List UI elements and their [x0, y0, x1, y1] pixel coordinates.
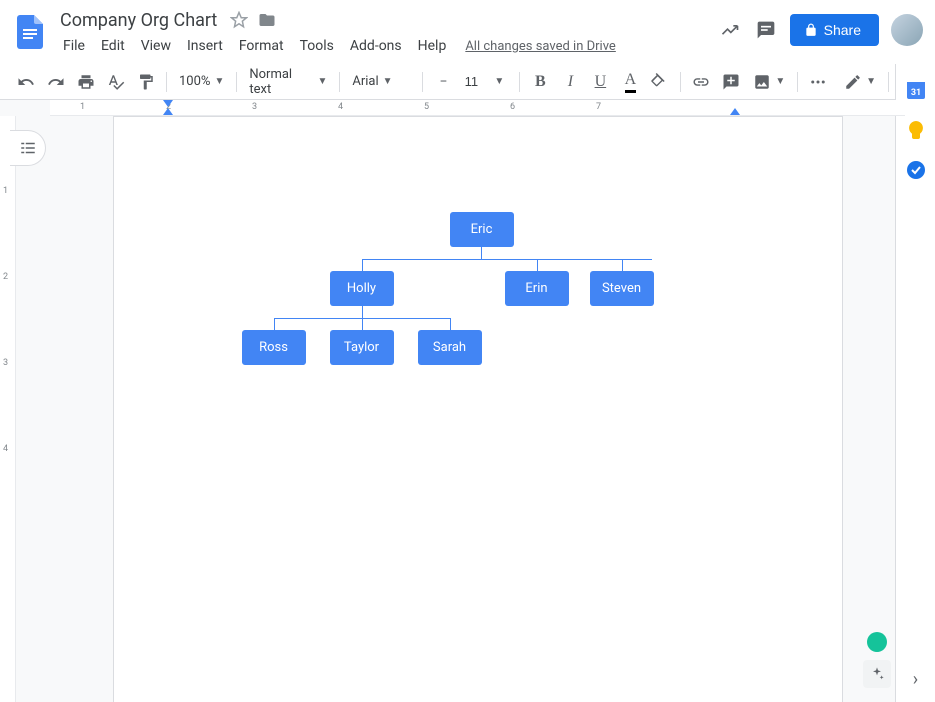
share-label: Share — [824, 22, 861, 38]
indent-marker-left[interactable] — [163, 108, 173, 115]
indent-marker-right[interactable] — [730, 108, 740, 115]
menu-format[interactable]: Format — [232, 36, 291, 56]
text-color-button[interactable]: A — [616, 68, 644, 96]
undo-button[interactable] — [12, 68, 40, 96]
grammarly-icon[interactable] — [867, 632, 887, 652]
org-node-l3-2: Sarah — [418, 330, 482, 365]
font-size-increase[interactable]: ▼ — [485, 68, 513, 96]
italic-button[interactable]: I — [556, 68, 584, 96]
share-button[interactable]: Share — [790, 14, 879, 46]
svg-text:31: 31 — [910, 88, 920, 98]
side-panel-collapse[interactable]: › — [913, 669, 918, 690]
document-title[interactable]: Company Org Chart — [56, 8, 221, 33]
font-size-input[interactable] — [459, 74, 483, 89]
keep-icon[interactable] — [906, 120, 926, 140]
more-button[interactable] — [804, 68, 832, 96]
org-chart[interactable]: Eric Holly Erin Steven — [272, 212, 692, 365]
menu-tools[interactable]: Tools — [293, 36, 341, 56]
folder-icon[interactable] — [257, 10, 277, 30]
trend-icon[interactable] — [718, 18, 742, 42]
document-page[interactable]: Eric Holly Erin Steven — [113, 116, 843, 702]
org-node-l3-1: Taylor — [330, 330, 394, 365]
add-comment-button[interactable] — [717, 68, 745, 96]
menu-edit[interactable]: Edit — [94, 36, 132, 56]
bold-button[interactable]: B — [526, 68, 554, 96]
insert-image-button[interactable]: ▼ — [747, 69, 791, 95]
link-button[interactable] — [687, 68, 715, 96]
indent-marker-first-line[interactable] — [163, 100, 173, 107]
menu-file[interactable]: File — [56, 36, 92, 56]
menu-insert[interactable]: Insert — [180, 36, 230, 56]
docs-logo[interactable] — [12, 8, 48, 56]
print-button[interactable] — [72, 68, 100, 96]
menu-addons[interactable]: Add-ons — [343, 36, 409, 56]
highlight-button[interactable] — [646, 68, 674, 96]
font-dropdown[interactable]: Arial▼ — [346, 70, 416, 93]
ruler-vertical[interactable]: 1 2 3 4 — [0, 116, 16, 702]
save-status[interactable]: All changes saved in Drive — [465, 39, 616, 54]
org-node-l3-0: Ross — [242, 330, 306, 365]
ruler-horizontal[interactable]: 1 2 3 4 5 6 7 — [50, 100, 905, 116]
side-panel: 31 › — [895, 64, 935, 702]
comment-icon[interactable] — [754, 18, 778, 42]
editing-mode-button[interactable]: ▼ — [838, 69, 882, 95]
menu-help[interactable]: Help — [411, 36, 454, 56]
font-size-decrease[interactable]: − — [429, 68, 457, 96]
menu-view[interactable]: View — [134, 36, 178, 56]
user-avatar[interactable] — [891, 14, 923, 46]
style-dropdown[interactable]: Normal text▼ — [243, 63, 333, 101]
redo-button[interactable] — [42, 68, 70, 96]
zoom-dropdown[interactable]: 100%▼ — [173, 70, 230, 93]
paint-format-button[interactable] — [132, 68, 160, 96]
org-node-l2-2: Steven — [590, 271, 654, 306]
outline-toggle[interactable] — [10, 130, 46, 166]
underline-button[interactable]: U — [586, 68, 614, 96]
star-icon[interactable] — [229, 10, 249, 30]
org-node-root: Eric — [450, 212, 514, 247]
explore-button[interactable] — [863, 660, 891, 688]
org-node-l2-0: Holly — [330, 271, 394, 306]
spellcheck-button[interactable] — [102, 68, 130, 96]
org-node-l2-1: Erin — [505, 271, 569, 306]
toolbar: 100%▼ Normal text▼ Arial▼ − ▼ B I U A ▼ … — [0, 64, 935, 100]
calendar-icon[interactable]: 31 — [906, 80, 926, 100]
tasks-icon[interactable] — [906, 160, 926, 180]
